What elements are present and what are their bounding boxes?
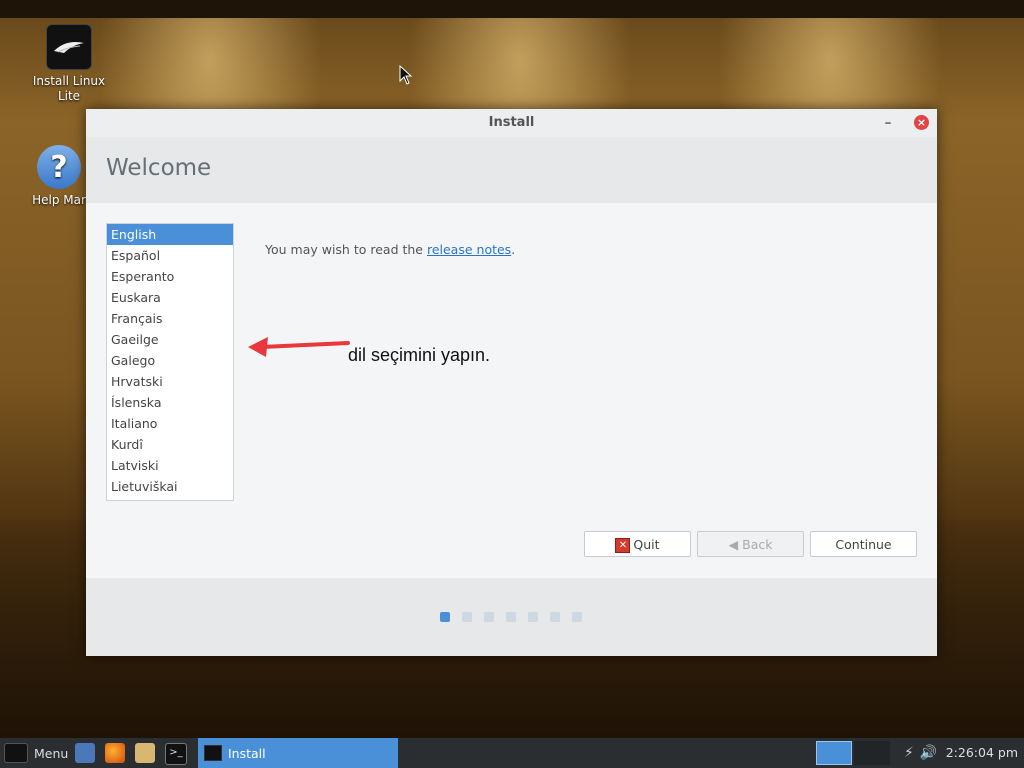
language-item[interactable]: Latviski [107, 455, 233, 476]
continue-button[interactable]: Continue [810, 531, 917, 557]
desktop-icon-label: Help Mar [32, 193, 86, 207]
desktop-icon-install-linux-lite[interactable]: Install Linux Lite [24, 24, 114, 104]
desktop-icon-label: Install Linux Lite [32, 74, 106, 103]
notes-suffix: . [511, 242, 516, 257]
back-arrow-icon: ◀ [728, 537, 739, 552]
language-item[interactable]: Galego [107, 350, 233, 371]
language-list[interactable]: English Español Esperanto Euskara Français Ga… [106, 223, 234, 501]
language-item[interactable]: Kurdî [107, 434, 233, 455]
progress-dot [528, 612, 538, 622]
installer-window: Install – × Welcome English Español Espera… [86, 109, 937, 656]
progress-dot [506, 612, 516, 622]
task-label: Install [228, 745, 266, 761]
language-item[interactable]: Esperanto [107, 266, 233, 287]
install-task-icon [204, 745, 222, 761]
language-item[interactable]: Íslenska [107, 392, 233, 413]
close-button[interactable]: × [914, 115, 929, 130]
taskbar: Menu >_ Install ⚡ 🔊 2:26:04 pm [0, 738, 1024, 768]
language-item[interactable]: Lietuviškai [107, 476, 233, 497]
page-header: Welcome [86, 137, 937, 203]
workspace-2[interactable] [854, 741, 890, 765]
show-desktop-icon[interactable] [75, 743, 95, 763]
file-manager-icon[interactable] [135, 743, 155, 763]
menu-button[interactable]: Menu [0, 738, 74, 768]
annotation-text: dil seçimini yapın. [348, 345, 491, 365]
language-item[interactable]: Hrvatski [107, 371, 233, 392]
language-item[interactable]: Euskara [107, 287, 233, 308]
release-notes-text: You may wish to read the release notes. [265, 242, 515, 257]
desktop-icon-help-manual[interactable]: ? Help Mar [24, 145, 94, 208]
linux-lite-menu-icon [4, 743, 28, 763]
help-question-icon: ? [37, 145, 81, 189]
window-titlebar[interactable]: Install – × [86, 109, 937, 137]
network-icon[interactable]: ⚡ [904, 745, 914, 761]
language-item[interactable]: Italiano [107, 413, 233, 434]
language-item[interactable]: Español [107, 245, 233, 266]
progress-dot [550, 612, 560, 622]
volume-icon[interactable]: 🔊 [920, 745, 937, 761]
desktop-top-strip [0, 0, 1024, 18]
notes-prefix: You may wish to read the [265, 242, 427, 257]
language-item[interactable]: Français [107, 308, 233, 329]
annotation-arrow-icon [248, 337, 350, 357]
page-title: Welcome [106, 155, 212, 181]
progress-footer [86, 578, 937, 656]
progress-dot [462, 612, 472, 622]
progress-dot [572, 612, 582, 622]
language-item[interactable]: English [107, 224, 233, 245]
firefox-icon[interactable] [105, 743, 125, 763]
linux-lite-logo-icon [46, 24, 92, 70]
progress-dot [440, 612, 450, 622]
content-area: English Español Esperanto Euskara Français Ga… [86, 203, 937, 578]
quit-label: Quit [633, 537, 660, 552]
progress-dot [484, 612, 494, 622]
release-notes-link[interactable]: release notes [427, 242, 511, 257]
terminal-icon[interactable]: >_ [165, 743, 187, 765]
quit-icon: ✕ [615, 538, 631, 553]
back-button[interactable]: ◀ Back [697, 531, 804, 557]
workspace-1[interactable] [816, 741, 852, 765]
window-title: Install [488, 115, 535, 130]
language-item[interactable]: Gaeilge [107, 329, 233, 350]
menu-label: Menu [34, 745, 69, 761]
mouse-cursor-icon [399, 65, 413, 85]
back-label: Back [742, 537, 773, 552]
quit-button[interactable]: ✕ Quit [584, 531, 691, 557]
minimize-button[interactable]: – [881, 109, 895, 137]
continue-label: Continue [835, 537, 892, 552]
taskbar-task-install[interactable]: Install [198, 738, 398, 768]
system-tray: ⚡ 🔊 [904, 738, 937, 768]
clock[interactable]: 2:26:04 pm [946, 738, 1018, 768]
progress-dots [440, 612, 582, 622]
